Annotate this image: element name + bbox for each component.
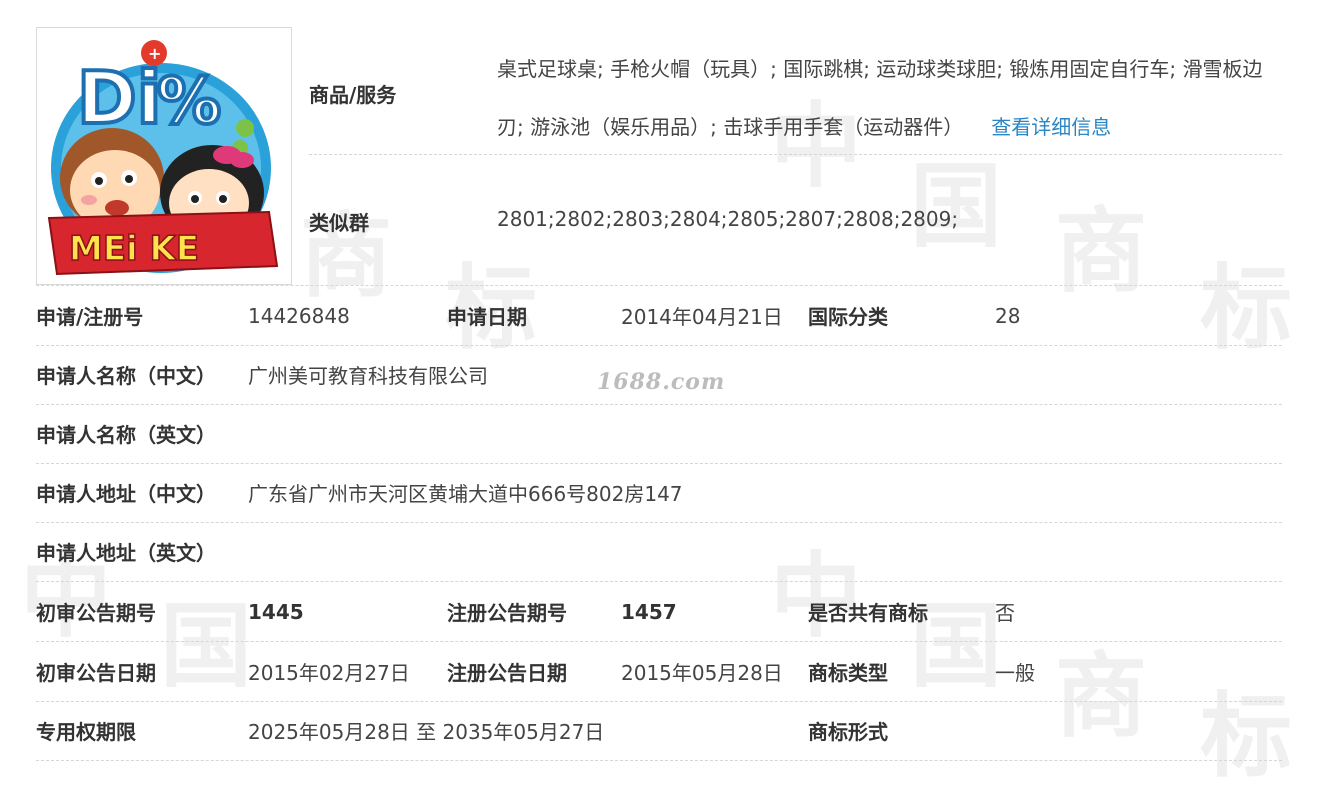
apply-date-value: 2014年04月21日 — [621, 305, 783, 329]
reg-no-value: 14426848 — [248, 303, 350, 328]
similar-group-value: 2801;2802;2803;2804;2805;2807;2808;2809; — [497, 207, 959, 231]
address-cn-label: 申请人地址（中文） — [36, 482, 216, 506]
view-details-link[interactable]: 查看详细信息 — [991, 115, 1111, 139]
goods-label: 商品/服务 — [309, 83, 397, 107]
info-row-validity: 专用权期限 2025年05月28日 至 2035年05月27日 商标形式 — [36, 701, 1282, 761]
reg-issue-label: 注册公告期号 — [447, 601, 567, 625]
prelim-date-label: 初审公告日期 — [36, 661, 156, 685]
info-row-registration: 申请/注册号 14426848 申请日期 2014年04月21日 国际分类 28 — [36, 286, 1282, 346]
similar-group-label: 类似群 — [309, 211, 369, 235]
reg-date-label: 注册公告日期 — [447, 661, 567, 685]
reg-date-value: 2015年05月28日 — [621, 661, 783, 685]
tm-form-label: 商标形式 — [808, 720, 888, 744]
watermark-glyph: 商 — [1055, 197, 1148, 305]
apply-date-label: 申请日期 — [447, 305, 527, 329]
prelim-date-value: 2015年02月27日 — [248, 661, 410, 685]
shared-value: 否 — [995, 601, 1015, 625]
prelim-issue-value: 1445 — [248, 599, 304, 624]
goods-text: 桌式足球桌; 手枪火帽（玩具）; 国际跳棋; 运动球类球胆; 锻炼用固定自行车;… — [497, 57, 1263, 139]
validity-label: 专用权期限 — [36, 720, 136, 744]
logo-text-banner: MEi KE — [69, 229, 199, 269]
tm-type-label: 商标类型 — [808, 661, 888, 685]
applicant-cn-value: 广州美可教育科技有限公司 — [248, 364, 488, 388]
info-row-applicant-en: 申请人名称（英文） — [36, 404, 1282, 464]
validity-value: 2025年05月28日 至 2035年05月27日 — [248, 720, 605, 744]
info-row-address-en: 申请人地址（英文） — [36, 522, 1282, 582]
prelim-issue-label: 初审公告期号 — [36, 601, 156, 625]
applicant-cn-label: 申请人名称（中文） — [36, 364, 216, 388]
watermark-text: 1688.com — [597, 369, 726, 395]
svg-text:+: + — [148, 44, 161, 63]
goods-list: 桌式足球桌; 手枪火帽（玩具）; 国际跳棋; 运动球类球胆; 锻炼用固定自行车;… — [497, 40, 1287, 156]
info-row-announcement-issue: 初审公告期号 1445 注册公告期号 1457 是否共有商标 否 — [36, 582, 1282, 642]
address-en-label: 申请人地址（英文） — [36, 541, 216, 565]
tm-type-value: 一般 — [995, 661, 1035, 685]
logo-text-di: Di — [77, 56, 161, 140]
address-cn-value: 广东省广州市天河区黄埔大道中666号802房147 — [248, 482, 683, 506]
svg-text:%: % — [157, 65, 221, 139]
intl-class-value: 28 — [995, 303, 1021, 328]
info-row-address-cn: 申请人地址（中文） 广东省广州市天河区黄埔大道中666号802房147 — [36, 463, 1282, 523]
reg-no-label: 申请/注册号 — [36, 305, 144, 329]
info-row-announcement-date: 初审公告日期 2015年02月27日 注册公告日期 2015年05月28日 商标… — [36, 642, 1282, 702]
watermark-glyph: 国 — [910, 152, 1003, 260]
trademark-logo-image: Di % + MEi KE — [47, 40, 279, 276]
shared-label: 是否共有商标 — [808, 601, 928, 625]
divider — [309, 154, 1282, 155]
trademark-logo[interactable]: Di % + MEi KE — [36, 27, 292, 285]
intl-class-label: 国际分类 — [808, 305, 888, 329]
reg-issue-value: 1457 — [621, 599, 677, 624]
applicant-en-label: 申请人名称（英文） — [36, 423, 216, 447]
